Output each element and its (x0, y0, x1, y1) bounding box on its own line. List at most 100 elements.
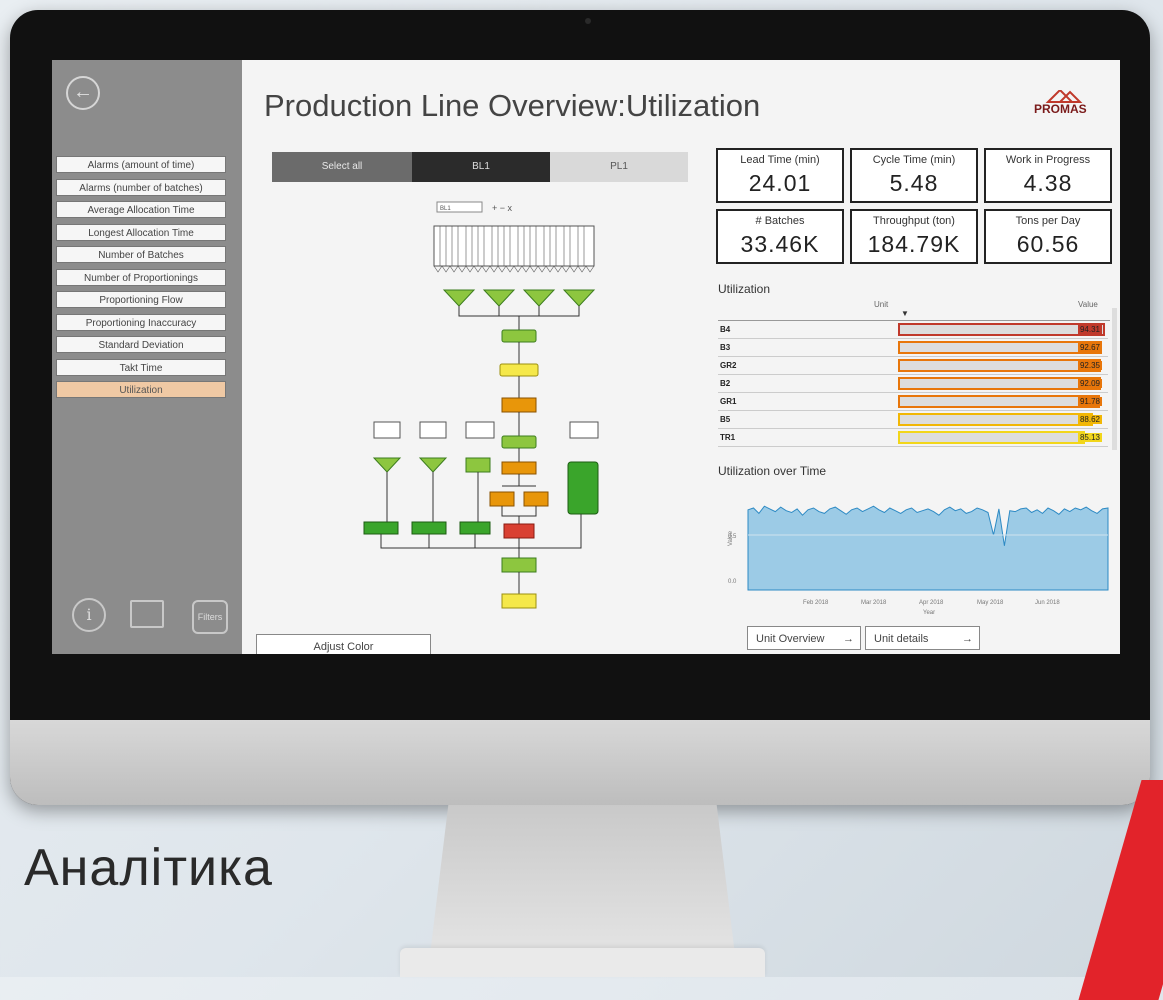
green-units (363, 461, 599, 535)
sidebar-item-label: Alarms (number of batches) (79, 182, 203, 194)
table-row[interactable]: GR2 92.35 (718, 358, 1108, 375)
adjust-color-button[interactable]: Adjust Color (256, 634, 431, 654)
node-bunker[interactable] (501, 397, 537, 413)
segment-bl1[interactable]: BL1 (412, 152, 550, 182)
row-unit: GR1 (720, 397, 737, 406)
sidebar-item[interactable]: Number of Batches (56, 246, 226, 263)
row-value: 91.78 (1077, 397, 1102, 406)
unit-overview-label: Unit Overview (756, 633, 825, 645)
kpi-value: 5.48 (889, 170, 939, 196)
x-axis-label: Year (923, 610, 935, 616)
sidebar-item-label: Average Allocation Time (87, 205, 195, 216)
node-transport[interactable] (499, 363, 539, 377)
utilization-title: Utilization (718, 282, 771, 296)
sidebar-item[interactable]: Alarms (number of batches) (56, 178, 226, 196)
row-unit: TR1 (720, 433, 736, 442)
row-value: 92.35 (1077, 361, 1102, 370)
monitor-stand-base (400, 948, 765, 977)
process-diagram: BL1 + − x (363, 201, 599, 609)
row-value: 85.13 (1077, 433, 1102, 442)
sidebar-item-label: Longest Allocation Time (88, 227, 194, 239)
row-unit: B2 (720, 379, 731, 388)
row-value: 94.31 (1077, 325, 1102, 334)
node-bunker-2[interactable] (501, 461, 537, 475)
row-unit: GR2 (720, 361, 737, 370)
sidebar-item-label: Standard Deviation (98, 340, 184, 351)
table-row[interactable]: B3 92.67 (718, 340, 1108, 357)
arrow-right-icon: → (962, 633, 973, 645)
kpi-value: 33.46K (740, 231, 820, 257)
unit-details-button[interactable]: Unit details → (865, 626, 980, 650)
sidebar-item-label: Proportioning Flow (99, 295, 183, 306)
y-tick-label: 0.0 (728, 579, 737, 585)
row-unit: B4 (720, 325, 731, 334)
sidebar-item-label: Takt Time (119, 362, 163, 374)
column-value[interactable]: Value (1078, 300, 1098, 309)
row-value: 88.62 (1077, 415, 1102, 424)
camera-icon (585, 18, 591, 24)
node-output[interactable] (501, 593, 537, 609)
sort-arrow-icon[interactable]: ▼ (901, 309, 909, 318)
kpi-batches: # Batches 33.46K (716, 209, 844, 264)
sidebar-item[interactable]: Takt Time (56, 358, 226, 376)
table-scrollbar[interactable] (1112, 308, 1117, 450)
kpi-wip: Work in Progress 4.38 (984, 148, 1112, 203)
back-arrow-icon[interactable]: ← (66, 76, 100, 110)
sidebar-item[interactable]: Alarms (amount of time) (56, 156, 226, 173)
x-tick-label: Feb 2018 (803, 600, 829, 606)
unit-overview-button[interactable]: Unit Overview → (747, 626, 861, 650)
kpi-label: Tons per Day (1015, 215, 1081, 227)
sidebar-item[interactable]: Number of Proportionings (56, 268, 226, 286)
kpi-value: 4.38 (1023, 170, 1073, 196)
filters-button[interactable]: Filters (192, 600, 228, 634)
segment-pl1[interactable]: PL1 (550, 152, 688, 182)
comment-icon[interactable] (130, 600, 164, 628)
kpi-label: Work in Progress (1005, 154, 1091, 166)
x-tick-label: Jun 2018 (1035, 600, 1060, 606)
node-mixer[interactable] (501, 557, 537, 573)
app-screen: ← Alarms (amount of time) Alarms (number … (52, 60, 1120, 654)
node-scale[interactable] (501, 329, 537, 343)
small-hoppers (372, 457, 491, 473)
sidebar-item[interactable]: Average Allocation TimeS (56, 201, 226, 218)
sidebar-item[interactable]: Proportioning Inaccuracy (56, 313, 226, 331)
logo-text: PROMAS (1034, 102, 1087, 116)
table-row[interactable]: B4 94.31 (718, 322, 1108, 339)
sidebar-item[interactable]: Proportioning Flow (56, 291, 226, 308)
node-grinder-2[interactable] (523, 491, 549, 507)
table-row[interactable]: B2 92.09 (718, 376, 1108, 393)
sidebar-item[interactable]: UtilizationS (56, 381, 226, 398)
sidebar-item[interactable]: Longest Allocation Time (56, 223, 226, 241)
hopper-group (442, 289, 596, 307)
row-value-bar (898, 431, 1086, 444)
node-mixer-red[interactable] (503, 523, 535, 539)
small-silos (373, 421, 599, 439)
row-value-bar (898, 413, 1093, 426)
x-tick-label: May 2018 (977, 600, 1004, 606)
row-value: 92.09 (1077, 379, 1102, 388)
kpi-value: 24.01 (748, 170, 812, 196)
silo-group (433, 225, 595, 273)
info-icon[interactable]: i (72, 598, 106, 632)
row-value-bar (898, 395, 1100, 408)
sidebar: ← Alarms (amount of time) Alarms (number … (52, 60, 242, 654)
table-row[interactable]: GR1 91.78 (718, 394, 1108, 411)
diagram-controls[interactable]: + − x (492, 203, 513, 213)
column-unit[interactable]: Unit (874, 300, 888, 309)
arrow-right-icon: → (843, 633, 854, 645)
table-row[interactable]: TR1 85.13 (718, 430, 1108, 447)
segment-select-all[interactable]: Select all (272, 152, 412, 182)
row-unit: B3 (720, 343, 731, 352)
sidebar-item[interactable]: Standard DeviationS (56, 336, 226, 353)
utilization-chart: 0.00.5Feb 2018 Mar 2018 Apr 2018 May 2018 Ju… (728, 505, 1109, 616)
x-tick-label: Apr 2018 (919, 600, 944, 606)
table-divider (718, 320, 1110, 321)
node-valve[interactable] (501, 435, 537, 449)
chart-title: Utilization over Time (718, 464, 827, 478)
node-grinder-1[interactable] (489, 491, 515, 507)
kpi-value: 60.56 (1016, 231, 1080, 257)
table-row[interactable]: B5 88.62 (718, 412, 1108, 429)
kpi-cycle-time: Cycle Time (min) 5.48 (850, 148, 978, 203)
kpi-value: 184.79K (867, 231, 961, 257)
kpi-label: # Batches (755, 215, 805, 227)
